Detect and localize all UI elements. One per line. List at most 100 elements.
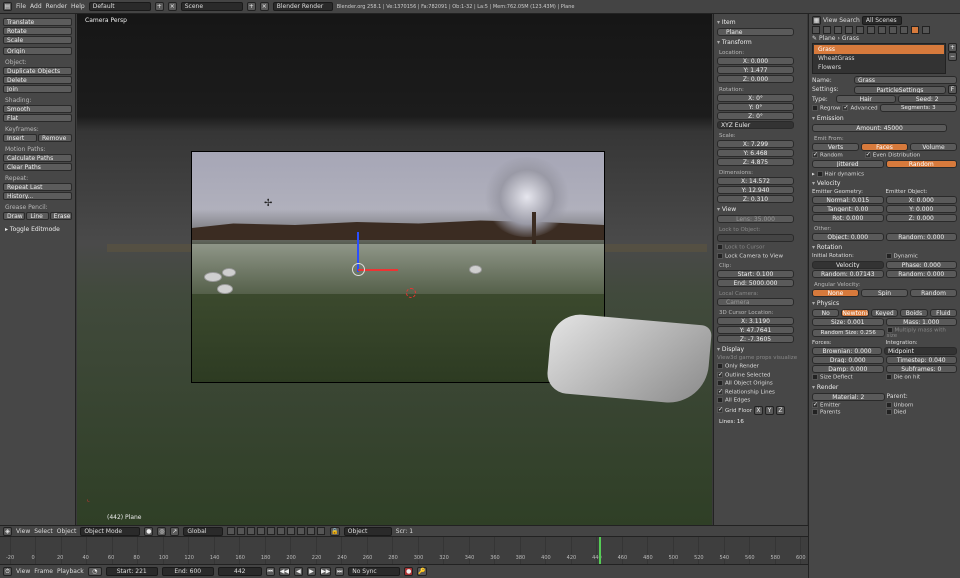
object-name-field[interactable]: Plane [717, 28, 794, 36]
view-panel-header[interactable]: View [717, 206, 804, 213]
display-check[interactable]: All Object Origins [717, 380, 804, 387]
lock-cursor-check[interactable]: Lock to Cursor [717, 244, 804, 251]
prev-keyframe-icon[interactable]: ◀◀ [278, 567, 290, 576]
scope-selector[interactable]: All Scenes [861, 16, 902, 25]
object-x-field[interactable]: X: 0.000 [885, 196, 957, 204]
physics-keyed-button[interactable]: Keyed [870, 308, 899, 317]
render-panel-header[interactable]: Render [812, 384, 957, 391]
rotation-panel-header[interactable]: Rotation [812, 244, 957, 251]
location-x-field[interactable]: X: 0.000 [717, 57, 794, 65]
random-check[interactable]: Random [812, 152, 843, 159]
snap-target-selector[interactable]: Object [343, 526, 392, 536]
emit-verts-button[interactable]: Verts [812, 143, 859, 151]
physics-fluid-button[interactable]: Fluid [929, 308, 958, 317]
die-on-hit-check[interactable]: Die on hit [885, 374, 958, 381]
cursor-z-field[interactable]: Z: -7.3605 [717, 335, 794, 343]
remove-screen-button[interactable]: × [167, 2, 177, 11]
history-button[interactable]: History... [3, 192, 72, 200]
shading-icon[interactable]: ● [144, 526, 154, 536]
list-item[interactable]: WheatGrass [814, 54, 944, 63]
menu-file[interactable]: File [16, 3, 26, 10]
size-deflect-check[interactable]: Size Deflect [812, 374, 884, 381]
3d-viewport[interactable]: Camera Persp ✢ ⌞ (442) Plane [77, 14, 713, 525]
pivot-icon[interactable]: ◎ [157, 526, 167, 536]
random-size-field[interactable]: Random Size: 0.256 [812, 328, 885, 337]
playback-menu[interactable]: Playback [57, 568, 84, 575]
rotation-y-field[interactable]: Y: 0° [717, 103, 794, 111]
axis-toggle-button[interactable]: Y [764, 405, 774, 415]
modifiers-tab-icon[interactable] [867, 26, 875, 34]
lock-camera-check[interactable]: Lock Camera to View [717, 252, 804, 259]
scene-tab-icon[interactable] [823, 26, 831, 34]
clip-end-field[interactable]: End: 5000.000 [717, 279, 794, 287]
unborn-check[interactable]: Unborn [885, 401, 958, 408]
view-menu[interactable]: View [16, 528, 30, 535]
frame-menu[interactable]: Frame [34, 568, 53, 575]
object-z-field[interactable]: Z: 0.000 [885, 214, 957, 222]
scale-x-field[interactable]: X: 7.299 [717, 140, 794, 148]
view-menu[interactable]: View [823, 17, 837, 24]
rotate-button[interactable]: Rotate [3, 27, 72, 35]
dimension-y-field[interactable]: Y: 12.940 [717, 186, 794, 194]
toggle-editmode-panel[interactable]: ▸ Toggle Editmode [5, 226, 72, 233]
constraints-tab-icon[interactable] [856, 26, 864, 34]
physics-newtonian-button[interactable]: Newtonian [841, 308, 869, 317]
flat-button[interactable]: Flat [3, 114, 72, 122]
scale-z-field[interactable]: Z: 4.875 [717, 158, 794, 166]
draw-button[interactable]: Draw [3, 212, 26, 220]
scale-y-field[interactable]: Y: 6.468 [717, 149, 794, 157]
material-tab-icon[interactable] [889, 26, 897, 34]
rot-field[interactable]: Rot: 0.000 [812, 214, 884, 222]
current-frame-field[interactable]: 442 [217, 567, 262, 576]
view-menu[interactable]: View [16, 568, 30, 575]
pin-icon[interactable]: ✎ [812, 35, 817, 42]
screen-selector[interactable]: Default [88, 2, 151, 11]
random-velocity-field[interactable]: Random: 0.000 [885, 233, 957, 241]
transform-panel-header[interactable]: Transform [717, 39, 804, 46]
seed-field[interactable]: Seed: 2 [897, 95, 957, 103]
type-select[interactable]: Hair [836, 95, 896, 103]
join-button[interactable]: Join [3, 85, 72, 93]
amount-field[interactable]: Amount: 45000 [812, 124, 947, 132]
jump-start-icon[interactable]: ⏮ [265, 567, 275, 576]
object-menu[interactable]: Object [57, 528, 77, 535]
emit-faces-button[interactable]: Faces [861, 143, 908, 151]
clip-start-field[interactable]: Start: 0.100 [717, 270, 794, 278]
object-y-field[interactable]: Y: 0.000 [885, 205, 957, 213]
next-keyframe-icon[interactable]: ▶▶ [319, 567, 332, 576]
play-reverse-icon[interactable]: ◀ [293, 567, 303, 576]
sync-selector[interactable]: No Sync [348, 567, 401, 576]
lines-field[interactable]: Lines: 16 [719, 419, 804, 425]
local-camera-field[interactable]: Camera [717, 298, 794, 306]
random-phase-field[interactable]: Random: 0.000 [885, 269, 957, 278]
axis-toggle-button[interactable]: Z [775, 405, 785, 415]
add-system-button[interactable]: + [948, 43, 957, 52]
menu-help[interactable]: Help [71, 3, 85, 10]
insert-keyframe-button[interactable]: Insert [3, 134, 37, 142]
search-menu[interactable]: Search [839, 17, 860, 24]
display-check[interactable]: All Edges [717, 397, 804, 404]
settings-field[interactable]: ParticleSettings [854, 85, 946, 94]
add-screen-button[interactable]: + [154, 2, 164, 11]
random-distribution-button[interactable]: Random [885, 159, 957, 168]
damp-field[interactable]: Damp: 0.000 [812, 365, 884, 373]
velocity-panel-header[interactable]: Velocity [812, 180, 957, 187]
world-tab-icon[interactable] [834, 26, 842, 34]
normal-field[interactable]: Normal: 0.015 [812, 196, 884, 204]
editor-type-icon[interactable]: ▦ [812, 16, 821, 25]
dimension-x-field[interactable]: X: 14.572 [717, 177, 794, 185]
scene-selector[interactable]: Scene [180, 2, 243, 11]
died-check[interactable]: Died [885, 409, 958, 416]
menu-render[interactable]: Render [46, 3, 67, 10]
brownian-field[interactable]: Brownian: 0.000 [812, 347, 882, 355]
layer-buttons[interactable] [227, 527, 326, 535]
physics-tab-icon[interactable] [922, 26, 930, 34]
dynamic-check[interactable]: Dynamic [885, 253, 958, 260]
translate-button[interactable]: Translate [3, 18, 72, 26]
lock-icon[interactable]: 🔒 [330, 526, 340, 536]
select-menu[interactable]: Select [34, 528, 53, 535]
breadcrumb-grass[interactable]: Grass [842, 35, 859, 42]
current-frame-cursor[interactable] [598, 537, 601, 565]
emit-volume-button[interactable]: Volume [910, 143, 957, 151]
display-check[interactable]: Only Render [717, 363, 804, 370]
